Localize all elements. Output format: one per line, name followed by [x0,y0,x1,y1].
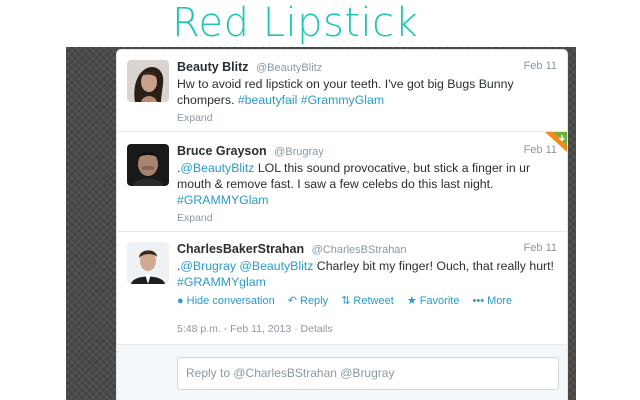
author-handle[interactable]: @Brugray [274,146,324,158]
expand-link[interactable]: Expand [177,111,557,125]
ellipsis-icon: ••• [472,295,485,307]
tweet-actions: ● Hide conversation ↶ Reply ⇅ Retweet ★ Favo… [177,293,557,309]
avatar[interactable] [127,144,169,186]
hashtag-link[interactable]: #beautyfail [238,93,297,107]
tweet-item[interactable]: CharlesBakerStrahan @CharlesBStrahan Feb… [117,232,567,344]
more-button[interactable]: ••• More [473,293,513,309]
tweet-timestamp[interactable]: Feb 11 [524,58,557,75]
download-badge-icon[interactable] [545,132,567,152]
tweet-item[interactable]: Beauty Blitz @BeautyBlitz Feb 11 Hw to a… [117,50,567,132]
retweet-button[interactable]: ⇅ Retweet [341,293,394,309]
mention-link[interactable]: @Brugray [180,259,236,273]
favorite-button[interactable]: ★ Favorite [407,293,460,309]
speech-bubble-icon: ● [177,295,184,307]
reply-arrow-icon: ↶ [287,295,297,307]
author-handle[interactable]: @CharlesBStrahan [312,244,407,256]
star-icon: ★ [406,295,417,307]
reply-button[interactable]: ↶ Reply [288,293,328,309]
author-name[interactable]: Beauty Blitz [177,60,249,74]
mention-link[interactable]: @BeautyBlitz [180,161,254,175]
mention-link[interactable]: @BeautyBlitz [239,259,313,273]
author-name[interactable]: CharlesBakerStrahan [177,242,304,256]
hashtag-link[interactable]: #GRAMMYglam [177,275,266,289]
tweet-meta[interactable]: 5:48 p.m. - Feb 11, 2013 · Details [177,322,557,336]
tweet-text: .@Brugray @BeautyBlitz Charley bit my fi… [177,258,557,290]
tweet-conversation: Beauty Blitz @BeautyBlitz Feb 11 Hw to a… [116,49,568,400]
reply-area: Reply to @CharlesBStrahan @Brugray [117,344,567,400]
retweet-icon: ⇅ [341,295,351,307]
hashtag-link[interactable]: #GRAMMYGlam [177,193,269,207]
tweet-text: .@BeautyBlitz LOL this sound provocative… [177,160,557,208]
author-handle[interactable]: @BeautyBlitz [256,62,322,74]
author-name[interactable]: Bruce Grayson [177,144,267,158]
avatar[interactable] [127,60,169,102]
page-title: Red Lipstick [172,0,419,46]
tweet-timestamp[interactable]: Feb 11 [524,240,557,257]
hide-conversation-button[interactable]: ● Hide conversation [177,293,275,309]
tweet-text-segment: Charley bit my finger! Ouch, that really… [313,259,554,273]
avatar[interactable] [127,242,169,284]
tweet-item[interactable]: Bruce Grayson @Brugray Feb 11 .@BeautyBl… [117,132,567,232]
hashtag-link[interactable]: #GrammyGlam [301,93,384,107]
reply-input[interactable]: Reply to @CharlesBStrahan @Brugray [177,357,559,390]
tweet-text: Hw to avoid red lipstick on your teeth. … [177,76,557,108]
expand-link[interactable]: Expand [177,211,557,225]
